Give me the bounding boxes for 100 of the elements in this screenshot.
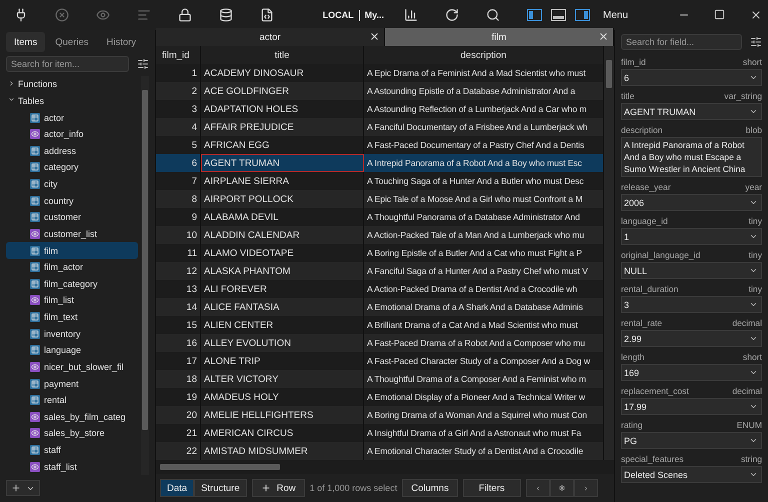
refresh-icon[interactable] xyxy=(444,8,459,22)
table-row[interactable]: 10 ALADDIN CALENDAR A Action-Packed Tale of a Man And a Lumberjack who mu xyxy=(156,226,604,244)
sidebar-tab[interactable]: History xyxy=(98,32,144,52)
table-row[interactable]: 13 ALI FOREVER A Action-Packed Drama of a Dentist And a Crocodile wh xyxy=(156,280,604,298)
search-field[interactable]: Search for item... xyxy=(6,56,129,72)
connection-label: LOCAL xyxy=(322,10,354,20)
value-dropdown[interactable]: NULL xyxy=(621,262,762,279)
value-dropdown[interactable]: PG xyxy=(621,432,762,449)
view-tab[interactable]: Data xyxy=(160,479,194,497)
table-row[interactable]: 17 ALONE TRIP A Fast-Paced Character Study of a Composer And a Dog w xyxy=(156,352,604,370)
tree-item[interactable]: sales_by_store xyxy=(6,425,138,442)
value-dropdown[interactable]: 17.99 xyxy=(621,398,762,415)
table-row[interactable]: 3 ADAPTATION HOLES A Astounding Reflection of a Lumberjack And a Car who m xyxy=(156,100,604,118)
table-row[interactable]: 22 AMISTAD MIDSUMMER A Emotional Character Study of a Dentist And a Crocodile xyxy=(156,442,604,460)
tree-item[interactable]: actor xyxy=(6,109,138,126)
value-textarea[interactable]: A Intrepid Panorama of a Robot And a Boy who must Escape a Sumo Wrestler in Ancient China xyxy=(621,137,762,177)
tree-item[interactable]: staff_list xyxy=(6,458,138,475)
editor-tab[interactable]: film xyxy=(385,28,614,46)
sidebar-tab[interactable]: Queries xyxy=(47,32,96,52)
collapsed-caret-icon[interactable] xyxy=(8,80,15,87)
tree-item[interactable]: staff xyxy=(6,442,138,458)
value-dropdown[interactable]: 2006 xyxy=(621,194,762,211)
tree-item[interactable]: film_text xyxy=(6,308,138,326)
tree-item[interactable]: film_actor xyxy=(6,258,138,276)
vertical-scrollbar[interactable] xyxy=(141,76,149,475)
tree-item[interactable]: nicer_but_slower_fil xyxy=(6,358,138,376)
filters-button[interactable]: Filters xyxy=(462,479,521,497)
table-row[interactable]: 11 ALAMO VIDEOTAPE A Boring Epistle of a Butler And a Cat who must Fight a P xyxy=(156,244,604,262)
editor-tab[interactable]: actor xyxy=(156,28,385,46)
lock-icon[interactable] xyxy=(178,8,192,22)
table-row[interactable]: 15 ALIEN CENTER A Brilliant Drama of a Cat And a Mad Scientist who must xyxy=(156,316,604,334)
menu-label[interactable]: Menu xyxy=(602,10,628,20)
tree-item[interactable]: actor_info xyxy=(6,126,138,142)
tree-item[interactable]: customer xyxy=(6,209,138,226)
panel-toggle-icon[interactable] xyxy=(526,9,542,21)
tree-item[interactable]: language xyxy=(6,342,138,359)
value-dropdown[interactable]: 1 xyxy=(621,228,762,245)
plug-icon[interactable] xyxy=(14,8,28,22)
value-dropdown[interactable]: 3 xyxy=(621,296,762,313)
panel-toggle-icon[interactable] xyxy=(574,9,590,21)
filter-icon[interactable] xyxy=(137,58,149,70)
table-row[interactable]: 8 AIRPORT POLLOCK A Epic Tale of a Moose And a Girl who must Confront a M xyxy=(156,190,604,208)
close-icon[interactable] xyxy=(750,9,762,21)
table-row[interactable]: 20 AMELIE HELLFIGHTERS A Boring Drama of a Woman And a Squirrel who must Con xyxy=(156,406,604,424)
add-button[interactable] xyxy=(6,480,40,496)
table-row[interactable]: 6 AGENT TRUMAN A Intrepid Panorama of a Robot And a Boy who must Esc xyxy=(156,154,604,172)
tree-item[interactable]: sales_by_film_categ xyxy=(6,408,138,426)
table-row[interactable]: 19 AMADEUS HOLY A Emotional Display of a Pioneer And a Technical Writer w xyxy=(156,388,604,406)
table-row[interactable]: 4 AFFAIR PREJUDICE A Fanciful Documentary of a Frisbee And a Lumberjack wh xyxy=(156,118,604,136)
sidebar-tab[interactable]: Items xyxy=(6,32,46,52)
tree-group[interactable]: Tables xyxy=(6,92,138,110)
view-tab[interactable]: Structure xyxy=(194,479,247,497)
close-icon[interactable] xyxy=(369,31,380,42)
vertical-scrollbar[interactable] xyxy=(604,46,614,460)
table-row[interactable]: 18 ALTER VICTORY A Thoughtful Drama of a Composer And a Feminist who m xyxy=(156,370,604,388)
database-icon[interactable] xyxy=(219,8,233,22)
add-row-button[interactable]: Row xyxy=(252,479,305,497)
columns-button[interactable]: Columns xyxy=(402,479,458,497)
tree-item[interactable]: country xyxy=(6,192,138,209)
table-row[interactable]: 14 ALICE FANTASIA A Emotional Drama of a A Shark And a Database Adminis xyxy=(156,298,604,316)
table-row[interactable]: 1 ACADEMY DINOSAUR A Epic Drama of a Feminist And a Mad Scientist who must xyxy=(156,64,604,82)
table-row[interactable]: 7 AIRPLANE SIERRA A Touching Saga of a Hunter And a Butler who must Desc xyxy=(156,172,604,190)
table-icon xyxy=(30,112,40,123)
table-row[interactable]: 9 ALABAMA DEVIL A Thoughtful Panorama of a Database Administrator And xyxy=(156,208,604,226)
tree-item[interactable]: inventory xyxy=(6,325,138,342)
value-dropdown[interactable]: AGENT TRUMAN xyxy=(621,103,762,120)
expanded-caret-icon[interactable] xyxy=(8,96,15,104)
tree-item[interactable]: customer_list xyxy=(6,226,138,242)
note-lines-icon[interactable] xyxy=(137,8,151,22)
tree-item[interactable]: film xyxy=(6,242,138,259)
settings-button[interactable] xyxy=(550,479,574,497)
panel-toggle-icon[interactable] xyxy=(550,9,566,21)
table-row[interactable]: 21 AMERICAN CIRCUS A Insightful Drama of a Girl And a Astronaut who must Fa xyxy=(156,424,604,442)
tree-item[interactable]: category xyxy=(6,159,138,176)
table-row[interactable]: 5 AFRICAN EGG A Fast-Paced Documentary of a Pastry Chef And a Dentis xyxy=(156,136,604,154)
value-dropdown[interactable]: 6 xyxy=(621,69,762,86)
table-row[interactable]: 2 ACE GOLDFINGER A Astounding Epistle of a Database Administrator And a xyxy=(156,82,604,100)
plus-icon xyxy=(11,483,22,493)
value-dropdown[interactable]: 2.99 xyxy=(621,330,762,347)
close-icon[interactable] xyxy=(598,31,609,42)
table-row[interactable]: 12 ALASKA PHANTOM A Fanciful Saga of a Hunter And a Pastry Chef who must V xyxy=(156,262,604,280)
tree-item[interactable]: payment xyxy=(6,375,138,392)
bar-chart-icon[interactable] xyxy=(404,8,418,22)
maximize-icon[interactable] xyxy=(714,9,726,21)
sql-file-icon[interactable] xyxy=(260,8,274,22)
search-icon[interactable] xyxy=(486,8,500,22)
horizontal-scrollbar[interactable] xyxy=(156,460,614,474)
tree-item[interactable]: film_category xyxy=(6,276,138,292)
eye-icon[interactable] xyxy=(96,8,110,22)
tree-item[interactable]: address xyxy=(6,142,138,160)
tree-item[interactable]: city xyxy=(6,176,138,192)
filter-icon[interactable] xyxy=(750,36,762,48)
tree-item[interactable]: rental xyxy=(6,392,138,408)
tree-item[interactable]: film_list xyxy=(6,292,138,309)
close-circle-icon[interactable] xyxy=(55,8,69,22)
tree-group[interactable]: Functions xyxy=(6,76,138,93)
value-dropdown[interactable]: 169 xyxy=(621,364,762,381)
table-row[interactable]: 16 ALLEY EVOLUTION A Fast-Paced Drama of a Robot And a Composer who mu xyxy=(156,334,604,352)
field-search[interactable]: Search for field... xyxy=(621,34,742,50)
value-dropdown[interactable]: Deleted Scenes xyxy=(621,466,762,483)
